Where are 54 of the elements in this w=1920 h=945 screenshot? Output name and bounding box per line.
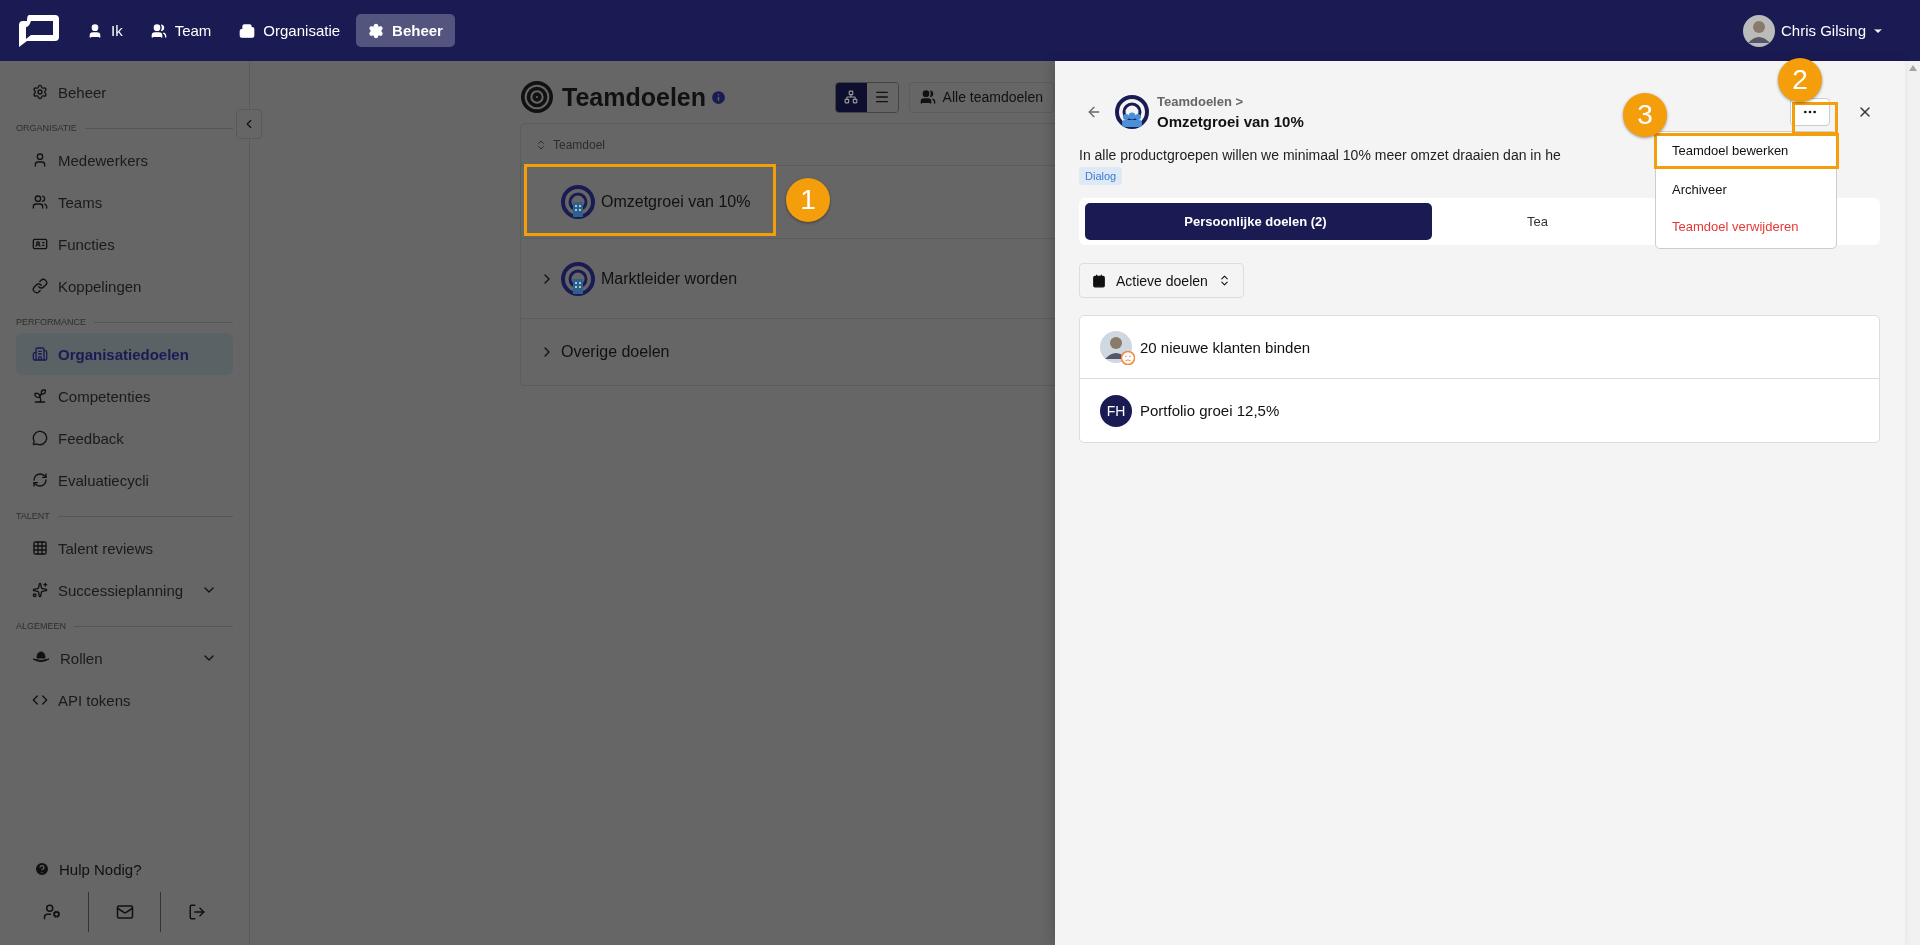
- nav-tab[interactable]: Team: [138, 14, 224, 47]
- sad-face-icon: [1121, 351, 1135, 365]
- column-header: Teamdoel: [553, 137, 606, 152]
- hat-icon: [32, 651, 50, 665]
- sidebar-item[interactable]: Talent reviews: [16, 527, 233, 569]
- sidebar-item[interactable]: Organisatiedoelen: [16, 333, 233, 375]
- sidebar-item[interactable]: Feedback: [16, 417, 233, 459]
- sidebar-item[interactable]: Medewerkers: [16, 139, 233, 181]
- goal-title[interactable]: Marktleider worden: [601, 269, 738, 288]
- user-gear-icon: [42, 903, 61, 921]
- mail-icon: [115, 903, 134, 921]
- sidebar-item[interactable]: Rollen: [16, 637, 233, 679]
- team-filter-button[interactable]: Alle teamdoelen: [908, 81, 1054, 113]
- sidebar-item[interactable]: API tokens: [16, 679, 233, 721]
- nav-tab[interactable]: Ik: [75, 14, 135, 47]
- goal-title[interactable]: 20 nieuwe klanten binden: [1140, 338, 1311, 356]
- goal-icon: [561, 185, 595, 219]
- panel-title: Omzetgroei van 10%: [1157, 113, 1304, 130]
- sidebar-item[interactable]: Evaluatiecycli: [16, 459, 233, 501]
- page-title: Teamdoelen: [562, 82, 707, 112]
- initials-avatar: FH: [1100, 394, 1132, 427]
- user-menu[interactable]: Chris Gilsing: [1736, 13, 1890, 48]
- help-icon: [34, 861, 50, 877]
- goal-icon: [561, 261, 595, 296]
- target-icon: [520, 80, 554, 114]
- sidebar-item[interactable]: Teams: [16, 181, 233, 223]
- goal-title[interactable]: Portfolio groei 12,5%: [1140, 402, 1280, 419]
- sidebar-item[interactable]: Competenties: [16, 375, 233, 417]
- sidebar-item[interactable]: Successieplanning: [16, 569, 233, 611]
- nav-tab[interactable]: Organisatie: [227, 14, 353, 47]
- sidebar-item[interactable]: Koppelingen: [16, 265, 233, 307]
- status-filter-button[interactable]: Actieve doelen: [1079, 263, 1244, 298]
- goal-description: In alle productgroepen willen we minimaal 10% meer omzet draaien dan in he: [1079, 147, 1561, 163]
- help-link[interactable]: Hulp Nodig?: [16, 851, 233, 887]
- hierarchy-icon: [844, 90, 859, 104]
- team-goal-icon: [1115, 95, 1149, 129]
- tree-view-button[interactable]: [835, 82, 867, 112]
- goal-title[interactable]: Overige doelen: [561, 343, 670, 361]
- tab[interactable]: Persoonlijke doelen (2): [1085, 203, 1432, 240]
- users-icon: [919, 89, 936, 105]
- sort-icon[interactable]: [535, 138, 547, 151]
- avatar-icon: [1742, 14, 1775, 47]
- scroll-up-icon[interactable]: [1908, 65, 1917, 71]
- tag-label: Dialog: [1079, 167, 1123, 185]
- goal-title[interactable]: Omzetgroei van 10%: [601, 193, 751, 211]
- calendar-icon: [1092, 273, 1106, 288]
- back-arrow-icon: [1086, 104, 1102, 120]
- sidebar-item[interactable]: Beheer: [16, 71, 233, 113]
- nav-tab[interactable]: Beheer: [356, 14, 455, 47]
- sidebar-item[interactable]: Functies: [16, 223, 233, 265]
- info-icon[interactable]: [710, 88, 728, 106]
- logout-icon: [188, 903, 207, 921]
- list-icon: [874, 89, 891, 105]
- breadcrumb-link[interactable]: Teamdoelen >: [1157, 94, 1304, 109]
